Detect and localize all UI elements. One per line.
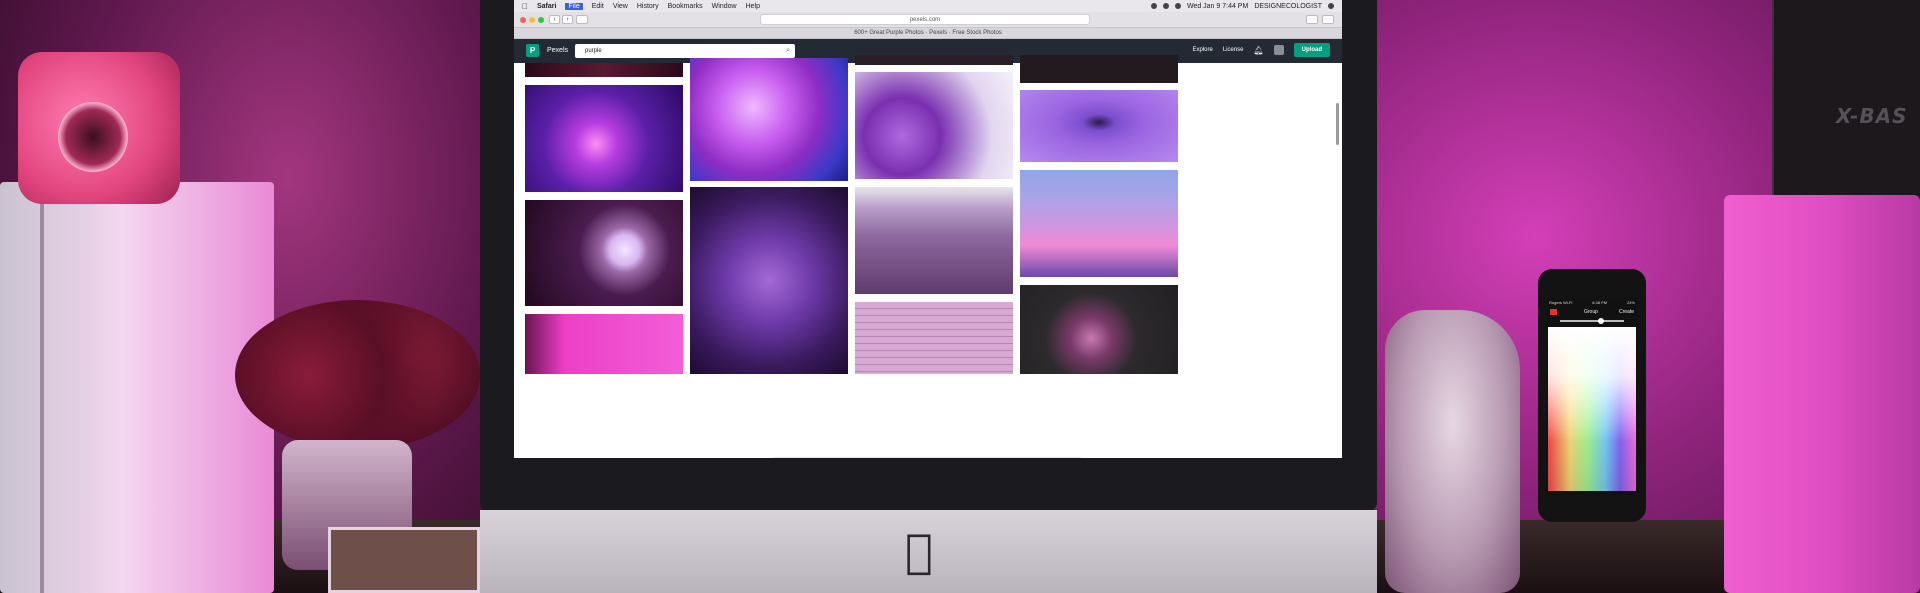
flag-icon[interactable] — [1550, 309, 1557, 315]
photo-frame — [328, 527, 480, 593]
close-window-button[interactable] — [520, 17, 526, 23]
avatar[interactable] — [1273, 45, 1284, 55]
zoom-window-button[interactable] — [538, 17, 544, 23]
menu-safari[interactable]: Safari — [537, 3, 556, 10]
status-icon[interactable] — [1150, 3, 1157, 9]
tab-title[interactable]: 600+ Great Purple Photos · Pexels · Free… — [514, 28, 1342, 39]
nav-buttons: ‹ › — [549, 15, 573, 24]
upload-button[interactable]: Upload — [1293, 43, 1330, 57]
photo-dark-flower[interactable] — [1020, 285, 1178, 374]
sidebar-toggle-button[interactable] — [576, 15, 588, 24]
phone-create-button[interactable]: Create — [1619, 307, 1634, 317]
pexels-logo-text[interactable]: Pexels — [547, 47, 568, 54]
photo-balloons[interactable] — [855, 72, 1013, 179]
mac-menubar:  Safari File Edit View History Bookmark… — [514, 0, 1342, 12]
bell-icon[interactable]: 🔔︎ — [1254, 46, 1264, 55]
phone-time: 6:38 PM — [1592, 300, 1608, 305]
phone-status-bar: Rogers Wi-Fi 6:38 PM 24% — [1546, 299, 1638, 307]
menu-view[interactable]: View — [613, 3, 628, 10]
photo-fiber-optic[interactable] — [525, 85, 683, 192]
share-button[interactable] — [1306, 15, 1318, 24]
minimize-window-button[interactable] — [529, 17, 535, 23]
smartphone: Rogers Wi-Fi 6:38 PM 24% Group Create — [1538, 269, 1646, 522]
wifi-icon[interactable] — [1174, 3, 1181, 9]
phone-title: Group — [1584, 309, 1598, 315]
left-cabinet — [0, 182, 274, 593]
color-picker[interactable] — [1548, 327, 1636, 491]
photo-pink-fabric[interactable] — [525, 314, 683, 374]
address-bar[interactable]: pexels.com — [760, 14, 1090, 25]
menu-file[interactable]: File — [565, 2, 583, 10]
flower-bouquet — [235, 300, 480, 450]
pexels-logo-icon[interactable]: P — [526, 44, 539, 57]
phone-nav-bar: Group Create — [1546, 307, 1638, 317]
search-value: purple — [585, 48, 602, 54]
search-icon[interactable] — [1328, 3, 1334, 9]
cabinet-edge — [40, 182, 44, 593]
license-link[interactable]: License — [1223, 47, 1244, 53]
scene: X-BAS   Safari File Edit View History … — [0, 0, 1920, 593]
page-scrollbar[interactable] — [1336, 103, 1339, 145]
menubar-user[interactable]: DESIGNECOLOGIST — [1254, 3, 1322, 10]
safari-toolbar: ‹ › pexels.com — [514, 12, 1342, 28]
menu-window[interactable]: Window — [712, 3, 737, 10]
search-icon[interactable]: ⌕ — [786, 44, 790, 58]
photo-dark-top[interactable] — [525, 63, 683, 77]
menu-history[interactable]: History — [637, 3, 659, 10]
thumbs-up-figure — [1385, 310, 1520, 593]
slider-knob[interactable] — [1598, 318, 1604, 324]
speaker: X-BAS — [1772, 0, 1920, 205]
tabs-button[interactable] — [1322, 15, 1334, 24]
apple-logo-icon:  — [905, 524, 933, 578]
toolbar-right-buttons — [1306, 15, 1334, 24]
color-picker-wash — [1548, 327, 1636, 491]
camera-lens — [58, 102, 128, 172]
photo-daisy[interactable] — [525, 200, 683, 306]
forward-button[interactable]: › — [562, 15, 573, 24]
window-controls — [520, 17, 544, 23]
photo-dark-strip[interactable] — [1020, 55, 1178, 83]
brightness-slider[interactable] — [1560, 318, 1624, 324]
search-input[interactable]: purple ⌕ — [575, 44, 795, 58]
apple-menu-icon[interactable]:  — [522, 2, 528, 11]
menu-edit[interactable]: Edit — [592, 3, 604, 10]
pexels-nav: Explore License 🔔︎ Upload — [1192, 43, 1330, 57]
speaker-brand: X-BAS — [1836, 104, 1908, 128]
menu-bookmarks[interactable]: Bookmarks — [668, 3, 703, 10]
photo-flower-field[interactable] — [690, 187, 848, 374]
right-cabinet — [1724, 195, 1920, 593]
photo-lavender-field[interactable] — [855, 187, 1013, 294]
menubar-status: Wed Jan 9 7:44 PM DESIGNECOLOGIST — [1150, 3, 1334, 10]
instant-camera — [18, 52, 180, 204]
photo-dark-strip[interactable] — [855, 55, 1013, 65]
back-button[interactable]: ‹ — [549, 15, 560, 24]
photo-pink-wall-window[interactable] — [855, 302, 1013, 374]
dock — [772, 457, 1082, 458]
photo-water-drop[interactable] — [1020, 90, 1178, 162]
menu-help[interactable]: Help — [746, 3, 760, 10]
photo-smoke[interactable] — [690, 58, 848, 181]
imac-screen:  Safari File Edit View History Bookmark… — [514, 0, 1342, 458]
phone-carrier: Rogers Wi-Fi — [1549, 300, 1573, 305]
explore-link[interactable]: Explore — [1192, 47, 1212, 53]
phone-screen: Rogers Wi-Fi 6:38 PM 24% Group Create — [1546, 299, 1638, 495]
photo-grid — [514, 55, 1342, 458]
phone-battery: 24% — [1626, 300, 1635, 305]
status-icon[interactable] — [1162, 3, 1169, 9]
menubar-clock[interactable]: Wed Jan 9 7:44 PM — [1187, 3, 1248, 10]
photo-birds-sky[interactable] — [1020, 170, 1178, 277]
